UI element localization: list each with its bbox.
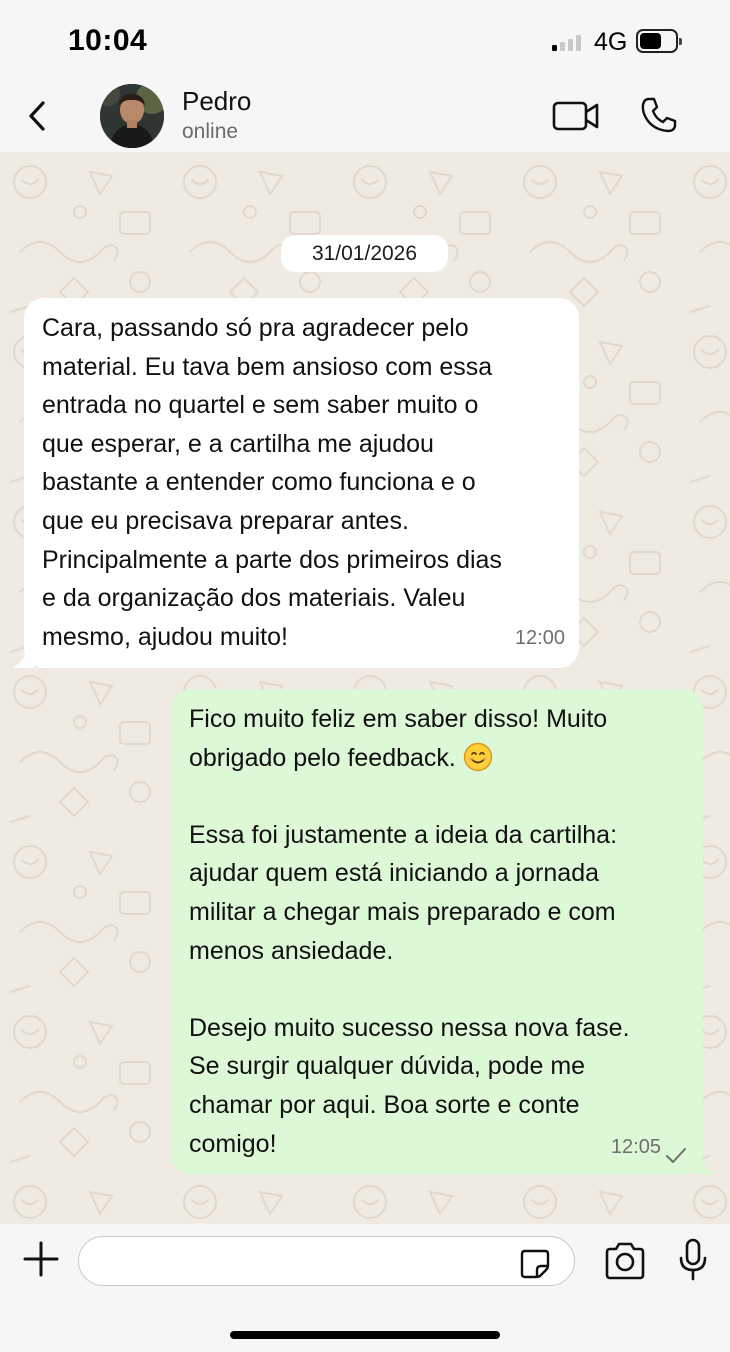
message-input[interactable] [78,1236,575,1286]
camera-icon[interactable] [603,1242,647,1280]
message-time: 12:00 [514,627,565,650]
microphone-icon[interactable] [678,1238,708,1282]
message-time: 12:05 [610,1136,661,1159]
avatar[interactable] [100,84,164,148]
network-type: 4G [594,28,628,56]
status-time: 10:04 [68,24,148,57]
composer-bar [0,1224,730,1352]
phone-call-icon[interactable] [640,96,678,134]
plus-icon[interactable] [22,1240,60,1278]
home-indicator[interactable] [230,1331,500,1339]
message-line: Fico muito feliz em saber disso! Muito [189,705,608,733]
chat-header: Pedro online [0,78,730,152]
signal-strength-icon [552,33,586,51]
chat-area[interactable]: 31/01/2026 Cara, passando só pra agradec… [0,152,730,1224]
outgoing-message[interactable]: Fico muito feliz em saber disso! Muito o… [171,689,703,1175]
contact-status: online [182,120,239,143]
incoming-message[interactable]: Cara, passando só pra agradecer pelo mat… [24,298,579,668]
contact-name[interactable]: Pedro [182,86,251,117]
smiling-face-icon [463,742,493,771]
message-line: obrigado pelo feedback. [189,743,463,772]
message-text: Cara, passando só pra agradecer pelo mat… [42,314,502,651]
message-text: Fico muito feliz em saber disso! Muito o… [189,700,689,1163]
status-bar: 10:04 4G [0,0,730,78]
back-chevron-icon[interactable] [24,98,52,134]
message-paragraphs: Essa foi justamente a ideia da cartilha:… [189,820,630,1158]
battery-icon [636,29,682,53]
sticker-icon[interactable] [519,1248,551,1280]
sent-check-icon [666,1148,686,1163]
date-separator: 31/01/2026 [281,235,448,272]
video-call-icon[interactable] [552,100,600,132]
